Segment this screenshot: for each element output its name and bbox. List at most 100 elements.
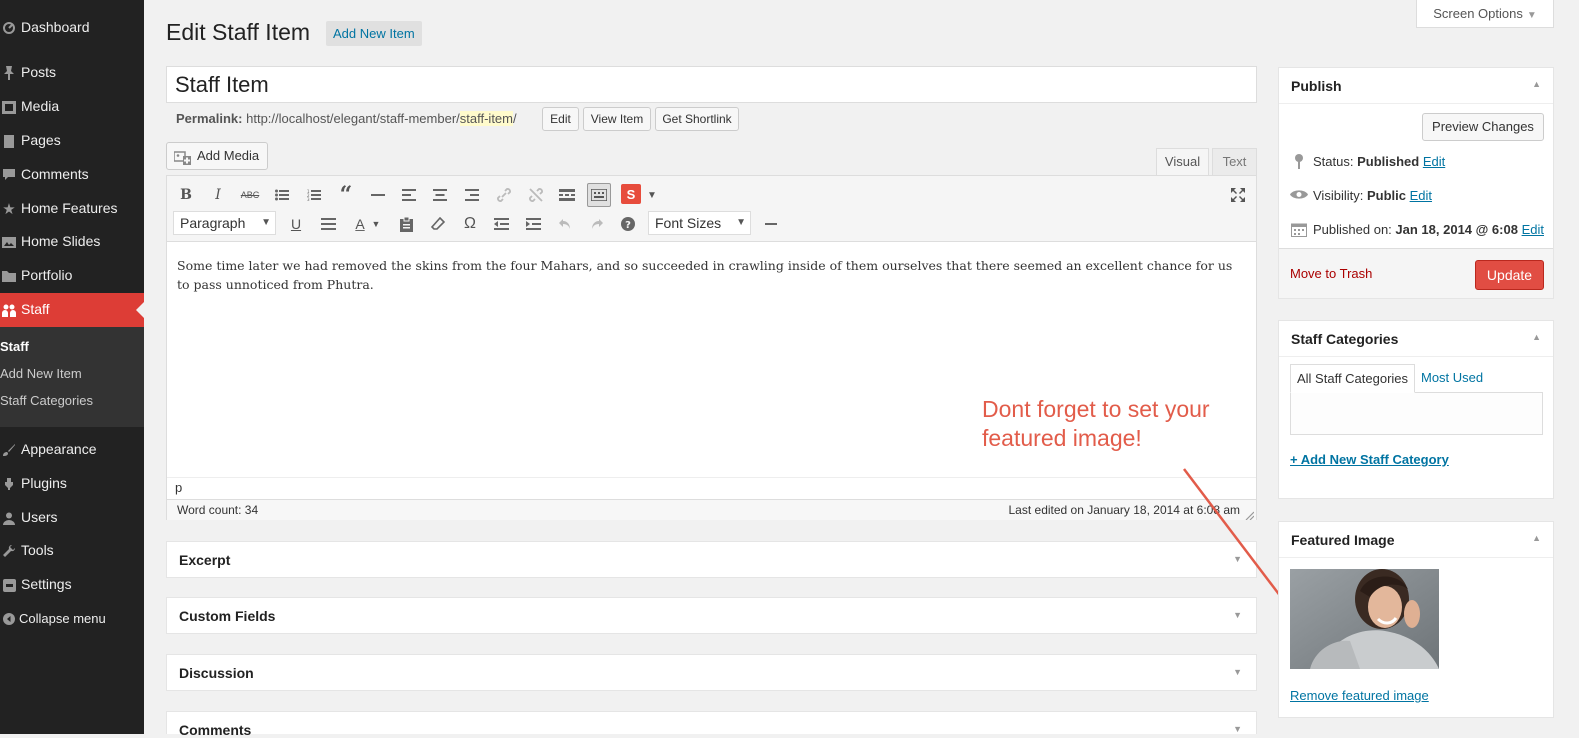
sidebar-item-settings[interactable]: Settings: [0, 568, 144, 602]
tab-most-used[interactable]: Most Used: [1415, 364, 1489, 393]
sidebar-item-home-slides[interactable]: Home Slides: [0, 225, 144, 259]
sidebar-item-posts[interactable]: Posts: [0, 56, 144, 90]
remove-featured-image-link[interactable]: Remove featured image: [1290, 688, 1429, 703]
underline-icon[interactable]: U: [285, 213, 307, 235]
view-item-button[interactable]: View Item: [583, 107, 651, 131]
settings-icon: [0, 568, 18, 602]
blockquote-icon[interactable]: “: [335, 182, 357, 208]
sidebar-item-home-features[interactable]: ★ Home Features: [0, 192, 144, 226]
sidebar-item-label: Pages: [21, 132, 61, 148]
submenu-item-staff[interactable]: Staff: [0, 339, 29, 354]
tab-text[interactable]: Text: [1212, 148, 1257, 176]
visibility-value: Public: [1366, 188, 1406, 203]
numbered-list-icon[interactable]: 123: [303, 184, 325, 206]
add-media-button[interactable]: Add Media: [166, 142, 268, 170]
undo-icon[interactable]: [554, 213, 576, 235]
editor-content[interactable]: Some time later we had removed the skins…: [177, 256, 1247, 294]
read-more-icon[interactable]: [556, 184, 578, 206]
sidebar-item-label: Media: [21, 98, 60, 114]
tab-all-categories[interactable]: All Staff Categories: [1290, 364, 1416, 393]
media-icon: [0, 90, 18, 124]
strikethrough-icon[interactable]: ABC: [239, 184, 261, 206]
postbox-title: Custom Fields: [179, 608, 276, 624]
element-path: p: [167, 477, 1256, 499]
sidebar-item-users[interactable]: Users: [0, 501, 144, 535]
edit-status-link[interactable]: Edit: [1423, 154, 1445, 169]
sidebar-item-dashboard[interactable]: Dashboard: [0, 11, 144, 45]
text-color-icon[interactable]: A: [349, 213, 371, 235]
postbox-title: Comments: [179, 722, 252, 738]
get-shortlink-button[interactable]: Get Shortlink: [655, 107, 739, 131]
toolbar-toggle-icon[interactable]: [587, 183, 611, 207]
unlink-icon[interactable]: [525, 184, 547, 206]
align-center-icon[interactable]: [429, 184, 451, 206]
postbox-excerpt[interactable]: Excerpt ▼: [166, 541, 1257, 578]
sidebar-item-pages[interactable]: Pages: [0, 124, 144, 158]
sidebar-item-plugins[interactable]: Plugins: [0, 467, 144, 501]
post-title-input[interactable]: Staff Item: [166, 66, 1257, 103]
add-new-item-button[interactable]: Add New Item: [326, 21, 422, 46]
align-left-icon[interactable]: [398, 184, 420, 206]
dashboard-icon: [0, 11, 18, 45]
edit-permalink-button[interactable]: Edit: [542, 107, 579, 131]
font-size-select-value: Font Sizes: [655, 215, 722, 231]
submenu-item-categories[interactable]: Staff Categories: [0, 393, 93, 408]
help-icon[interactable]: ?: [617, 213, 639, 235]
collapse-arrow-icon[interactable]: ▲: [1532, 332, 1541, 342]
insert-link-icon[interactable]: [493, 184, 515, 206]
outdent-icon[interactable]: [490, 213, 512, 235]
sidebar-item-label: Dashboard: [21, 19, 90, 35]
special-character-icon[interactable]: Ω: [459, 213, 481, 235]
sidebar-item-portfolio[interactable]: Portfolio: [0, 259, 144, 293]
screen-options-button[interactable]: Screen Options ▼: [1416, 0, 1554, 28]
collapse-menu-label: Collapse menu: [19, 611, 106, 626]
toggle-arrow-icon[interactable]: ▼: [1233, 724, 1242, 734]
postbox-custom-fields[interactable]: Custom Fields ▼: [166, 597, 1257, 634]
category-checklist[interactable]: [1290, 392, 1543, 435]
edit-visibility-link[interactable]: Edit: [1410, 188, 1432, 203]
featured-title: Featured Image: [1291, 532, 1395, 548]
bullet-list-icon[interactable]: [271, 184, 293, 206]
divider: [1279, 356, 1553, 357]
justify-icon[interactable]: [317, 213, 339, 235]
fullscreen-icon[interactable]: [1227, 184, 1249, 206]
permalink-base[interactable]: http://localhost/elegant/staff-member/: [246, 111, 460, 126]
redo-icon[interactable]: [586, 213, 608, 235]
edit-date-link[interactable]: Edit: [1522, 222, 1544, 237]
submenu-item-add-new[interactable]: Add New Item: [0, 366, 82, 381]
collapse-menu-button[interactable]: Collapse menu: [0, 602, 144, 636]
staff-icon: [0, 293, 18, 327]
indent-icon[interactable]: [522, 213, 544, 235]
sidebar-item-tools[interactable]: Tools: [0, 534, 144, 568]
brush-icon: [0, 433, 18, 467]
sidebar-item-media[interactable]: Media: [0, 90, 144, 124]
sidebar-item-comments[interactable]: Comments: [0, 158, 144, 192]
permalink-trail: /: [512, 111, 517, 126]
svg-text:?: ?: [625, 220, 631, 231]
caret-down-icon[interactable]: ▼: [370, 213, 382, 235]
preview-changes-button[interactable]: Preview Changes: [1422, 113, 1544, 141]
postbox-comments[interactable]: Comments ▼: [166, 711, 1257, 738]
format-select[interactable]: Paragraph ▼: [173, 211, 276, 235]
sidebar-item-appearance[interactable]: Appearance: [0, 433, 144, 467]
sidebar-item-staff[interactable]: Staff: [0, 293, 144, 327]
italic-icon[interactable]: I: [207, 184, 229, 206]
caret-down-icon[interactable]: ▼: [645, 184, 659, 206]
postbox-discussion[interactable]: Discussion ▼: [166, 654, 1257, 691]
move-to-trash-link[interactable]: Move to Trash: [1290, 266, 1372, 281]
tab-visual[interactable]: Visual: [1156, 148, 1209, 176]
horizontal-rule-icon[interactable]: [367, 184, 389, 206]
collapse-arrow-icon[interactable]: ▲: [1532, 79, 1541, 89]
clear-formatting-icon[interactable]: [427, 213, 449, 235]
bold-icon[interactable]: B: [175, 184, 197, 206]
font-size-select[interactable]: Font Sizes ▼: [648, 211, 751, 235]
paste-text-icon[interactable]: [395, 213, 417, 235]
plugin-badge-icon[interactable]: S: [621, 184, 641, 204]
featured-image-thumbnail[interactable]: [1290, 569, 1439, 669]
update-button[interactable]: Update: [1475, 260, 1544, 290]
add-new-category-link[interactable]: + Add New Staff Category: [1290, 452, 1449, 467]
permalink-slug[interactable]: staff-item: [459, 111, 513, 126]
align-right-icon[interactable]: [461, 184, 483, 206]
horizontal-line-icon[interactable]: [760, 213, 782, 235]
collapse-arrow-icon[interactable]: ▲: [1532, 533, 1541, 543]
